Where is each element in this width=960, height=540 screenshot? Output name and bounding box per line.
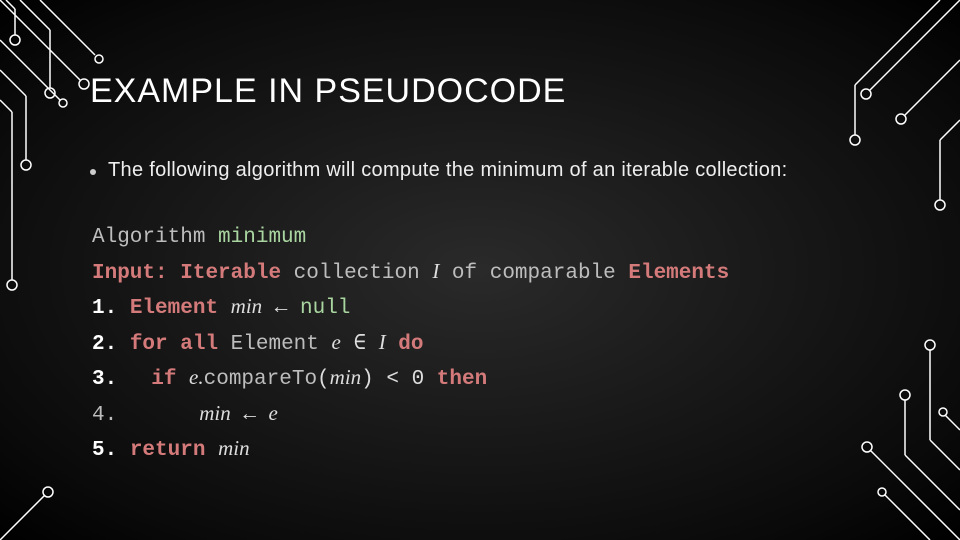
pseudo-line-3: 3.if e.compareTo(min) < 0 then — [92, 361, 870, 397]
bullet-item: The following algorithm will compute the… — [90, 159, 870, 182]
pseudo-line-1: 1. Element min ← null — [92, 290, 870, 326]
pseudo-line-2: 2. for all Element e ∈ I do — [92, 326, 870, 362]
pseudo-line-input: Input: Iterable collection I of comparab… — [92, 255, 870, 291]
pseudo-line-algo: Algorithm minimum — [92, 222, 870, 255]
pseudo-line-5: 5. return min — [92, 432, 870, 468]
pseudo-line-4: 4.min ← e — [92, 397, 870, 433]
pseudocode-block: Algorithm minimum Input: Iterable collec… — [92, 222, 870, 468]
slide-title: EXAMPLE IN PSEUDOCODE — [90, 72, 870, 111]
slide-content: EXAMPLE IN PSEUDOCODE The following algo… — [0, 0, 960, 468]
bullet-text: The following algorithm will compute the… — [108, 159, 787, 182]
bullet-icon — [90, 169, 96, 175]
